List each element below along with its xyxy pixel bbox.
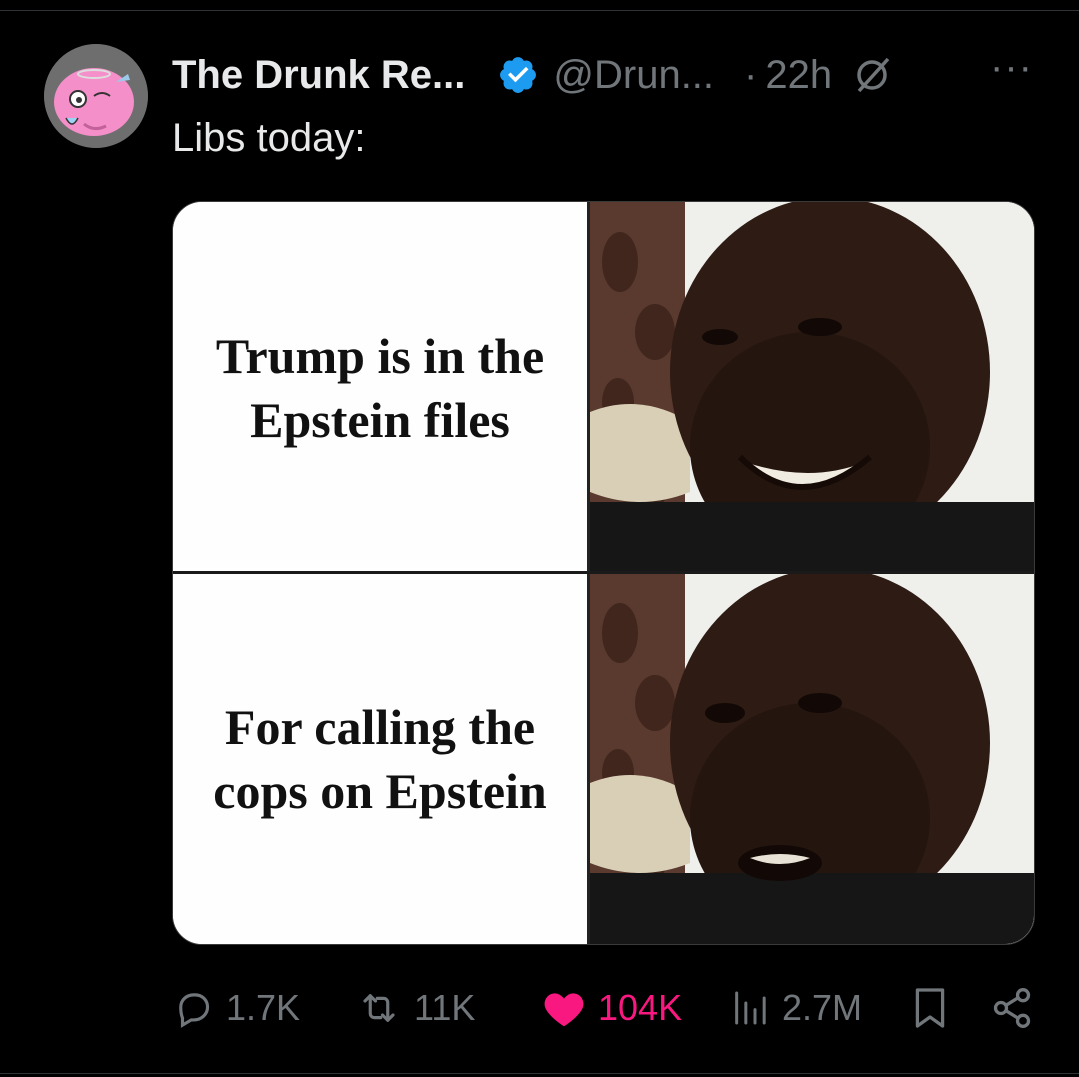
separator-dot: · bbox=[744, 52, 758, 97]
meme-panel-bottom: For calling the cops on Epstein bbox=[173, 568, 1034, 944]
avatar[interactable] bbox=[44, 44, 148, 148]
tweet-media[interactable]: Trump is in the Epstein files For callin… bbox=[172, 201, 1035, 945]
verified-icon bbox=[497, 54, 539, 96]
reply-button[interactable]: 1.7K bbox=[172, 980, 300, 1036]
bottom-divider bbox=[0, 1073, 1079, 1074]
reply-icon bbox=[179, 993, 210, 1028]
like-button[interactable]: 104K bbox=[542, 980, 682, 1036]
meme-panel-top: Trump is in the Epstein files bbox=[173, 202, 1034, 573]
grok-icon[interactable] bbox=[852, 55, 892, 95]
timestamp[interactable]: 22h bbox=[765, 53, 832, 98]
bookmark-button[interactable] bbox=[912, 980, 948, 1036]
top-divider bbox=[0, 10, 1079, 11]
like-count: 104K bbox=[598, 987, 683, 1028]
meme-photo-sad bbox=[587, 568, 1034, 944]
repost-count: 11K bbox=[414, 987, 476, 1028]
meme-top-caption: Trump is in the Epstein files bbox=[173, 202, 587, 573]
meme-bottom-caption: For calling the cops on Epstein bbox=[173, 573, 587, 944]
repost-button[interactable]: 11K bbox=[356, 980, 475, 1036]
share-icon bbox=[993, 988, 1031, 1028]
repost-icon bbox=[363, 994, 395, 1022]
tweet-header: The Drunk Re... @Drun... · 22h bbox=[172, 50, 892, 100]
bookmark-icon bbox=[915, 988, 945, 1028]
display-name[interactable]: The Drunk Re... bbox=[172, 53, 465, 98]
handle[interactable]: @Drun... bbox=[553, 53, 714, 98]
tweet-text: Libs today: bbox=[172, 116, 366, 160]
meme-divider bbox=[173, 571, 1034, 574]
views-icon bbox=[735, 991, 766, 1025]
more-options-icon[interactable]: ··· bbox=[990, 47, 1033, 87]
like-icon bbox=[544, 993, 584, 1027]
views-count: 2.7M bbox=[782, 987, 863, 1028]
action-bar: 1.7K 11K 104K 2.7M bbox=[172, 980, 1042, 1036]
share-button[interactable] bbox=[990, 980, 1034, 1036]
views-button[interactable]: 2.7M bbox=[730, 980, 862, 1036]
reply-count: 1.7K bbox=[226, 987, 301, 1028]
meme-photo-smiling bbox=[587, 202, 1034, 573]
